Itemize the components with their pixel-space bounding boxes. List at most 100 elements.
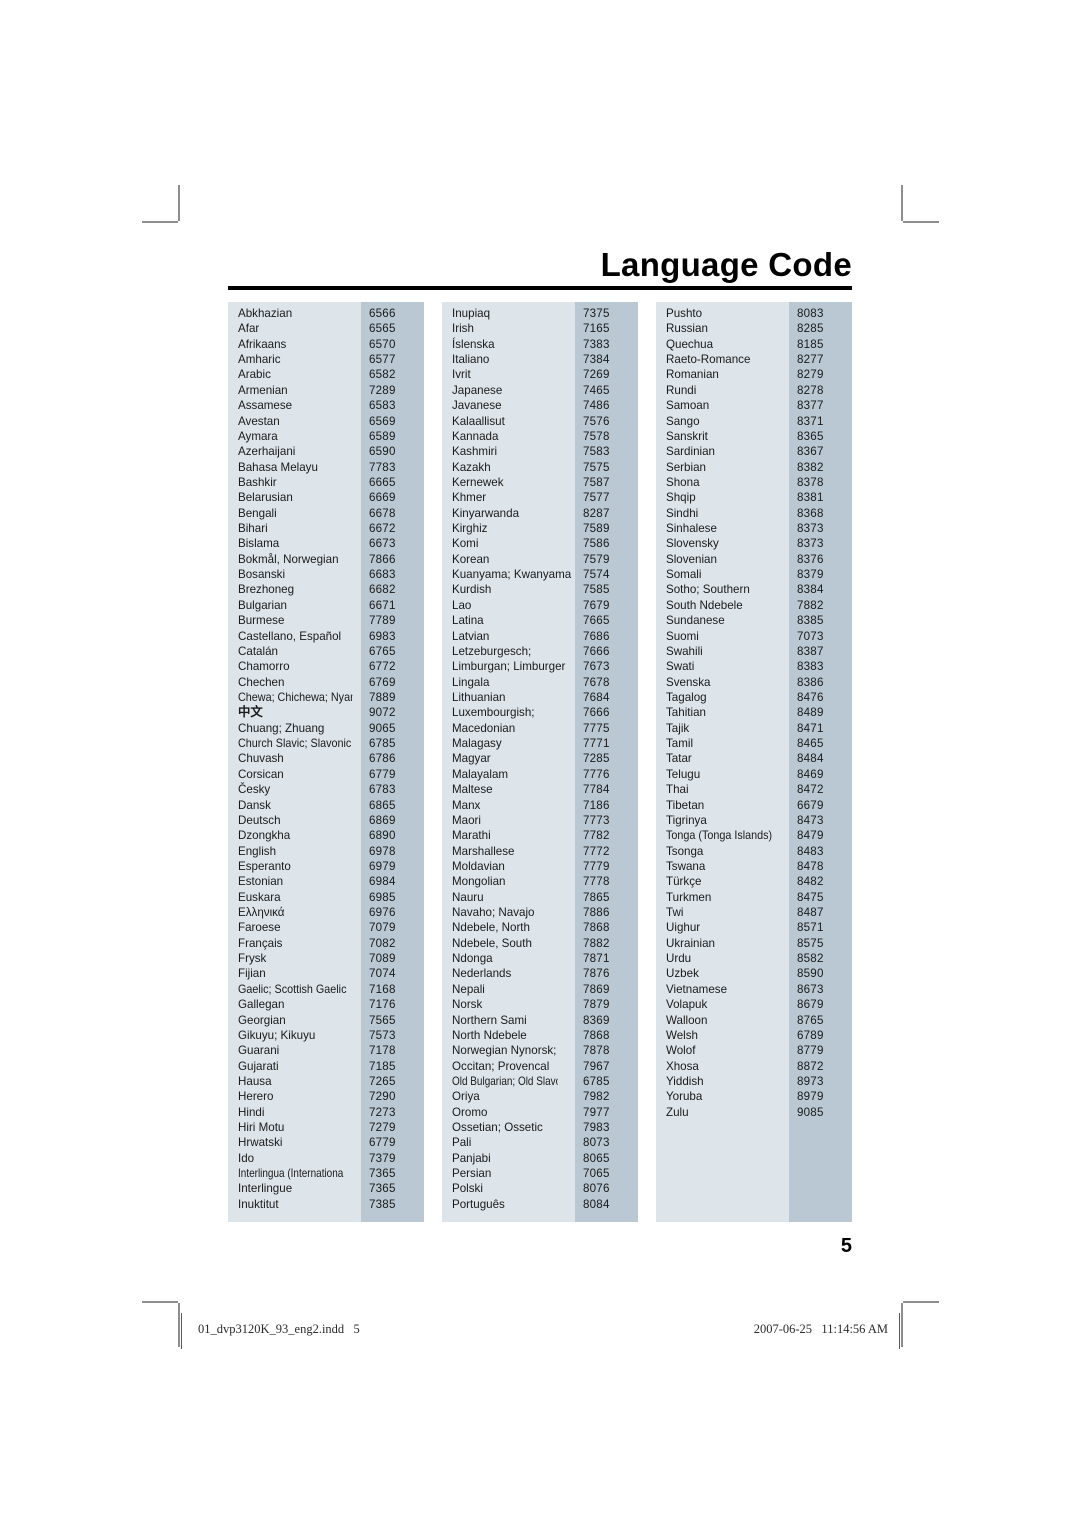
language-name: Thai xyxy=(666,783,689,797)
language-name: Tswana xyxy=(666,859,706,873)
language-code: 6985 xyxy=(369,890,396,904)
language-name: Amharic xyxy=(238,353,281,367)
language-code: 6590 xyxy=(369,445,396,459)
language-code: 7289 xyxy=(369,383,396,397)
crop-mark-bottom-right-horizontal xyxy=(903,1301,939,1303)
language-code: 8779 xyxy=(797,1044,824,1058)
language-name: South Ndebele xyxy=(666,598,743,612)
language-name: Pushto xyxy=(666,307,703,320)
language-name: Marathi xyxy=(452,829,491,843)
language-code: 6682 xyxy=(369,583,396,597)
language-name: Persian xyxy=(452,1167,492,1181)
language-code: 8478 xyxy=(797,859,824,873)
language-code: 6583 xyxy=(369,399,396,413)
language-code: 7079 xyxy=(369,921,396,935)
language-name: Chuvash xyxy=(238,752,284,766)
language-name: North Ndebele xyxy=(452,1028,527,1042)
language-name: Ossetian; Ossetic xyxy=(452,1121,543,1135)
language-name: Welsh xyxy=(666,1028,699,1042)
language-code: 7176 xyxy=(369,998,396,1012)
language-name: Tigrinya xyxy=(666,813,707,827)
language-code: 7269 xyxy=(583,368,610,382)
language-name: Belarusian xyxy=(238,491,293,505)
language-code: 8387 xyxy=(797,644,824,658)
language-name: Panjabi xyxy=(452,1151,491,1165)
language-name: Suomi xyxy=(666,629,699,643)
language-name: Brezhoneg xyxy=(238,583,295,597)
language-code: 6577 xyxy=(369,353,396,367)
language-code: 7585 xyxy=(583,583,610,597)
language-name-cells: Abkhazian Afar Afrikaans Amharic Arabic Armen… xyxy=(228,302,361,1222)
language-name: 中文 xyxy=(238,705,263,720)
language-name: Gujarati xyxy=(238,1059,279,1073)
language-code: 6772 xyxy=(369,660,396,674)
language-code: 6679 xyxy=(797,798,824,812)
language-name: Volapuk xyxy=(666,998,708,1012)
language-code: 7879 xyxy=(583,998,610,1012)
language-name: Gaelic; Scottish Gaelic xyxy=(238,982,347,996)
language-code: 8287 xyxy=(583,506,610,520)
language-code: 6976 xyxy=(369,906,396,920)
language-code: 6566 xyxy=(369,307,396,320)
crop-mark-bottom-right-vertical xyxy=(901,1303,903,1347)
language-name: Bosanski xyxy=(238,568,286,582)
language-code: 7673 xyxy=(583,660,610,674)
language-code: 8386 xyxy=(797,675,824,689)
language-name: Français xyxy=(238,936,283,950)
language-name: Aymara xyxy=(238,429,278,443)
page-title: Language Code xyxy=(600,246,852,283)
language-name: Swati xyxy=(666,660,695,674)
language-code: 8277 xyxy=(797,353,824,367)
language-code: 7577 xyxy=(583,491,610,505)
language-name: Occitan; Provencal xyxy=(452,1059,550,1073)
language-code: 7977 xyxy=(583,1105,610,1119)
language-code: 7265 xyxy=(369,1074,396,1088)
language-name-cells: Inupiaq Irish Íslenska Italiano Ivrit Japanes… xyxy=(442,302,575,1222)
language-name: Sardinian xyxy=(666,445,715,459)
language-name: Manx xyxy=(452,798,481,812)
language-code: 7889 xyxy=(369,690,396,704)
language-name: Türkçe xyxy=(666,875,702,889)
language-name: Interlingua (International) xyxy=(238,1167,344,1181)
language-code: 8973 xyxy=(797,1074,824,1088)
language-name: Herero xyxy=(238,1090,274,1104)
language-name: Ndonga xyxy=(452,952,493,966)
language-code: 7579 xyxy=(583,552,610,566)
language-name: Sindhi xyxy=(666,506,699,520)
language-code: 6569 xyxy=(369,414,396,428)
language-name: Somali xyxy=(666,568,702,582)
language-code: 8381 xyxy=(797,491,824,505)
language-code: 6565 xyxy=(369,322,396,336)
language-name: Bulgarian xyxy=(238,598,287,612)
language-name: Raeto-Romance xyxy=(666,353,751,367)
language-code: 7074 xyxy=(369,967,396,981)
language-name: Magyar xyxy=(452,752,491,766)
language-name: Svenska xyxy=(666,675,711,689)
language-code: 6789 xyxy=(797,1028,824,1042)
language-code: 7772 xyxy=(583,844,610,858)
language-code: 8384 xyxy=(797,583,824,597)
language-code: 7784 xyxy=(583,783,610,797)
language-name: Ivrit xyxy=(452,368,471,382)
footer-rule-left xyxy=(181,1313,182,1349)
language-code: 6672 xyxy=(369,522,396,536)
language-name: Norwegian Nynorsk; xyxy=(452,1044,557,1058)
language-code: 6678 xyxy=(369,506,396,520)
language-name: Tonga (Tonga Islands) xyxy=(666,829,773,843)
language-name: Tajik xyxy=(666,721,690,735)
language-code: 7771 xyxy=(583,737,610,751)
language-code: 8482 xyxy=(797,875,824,889)
footer-rule-right xyxy=(899,1313,900,1349)
language-code: 7684 xyxy=(583,690,610,704)
language-code: 7575 xyxy=(583,460,610,474)
language-name: Javanese xyxy=(452,399,502,413)
language-code: 8382 xyxy=(797,460,824,474)
crop-mark-top-right-horizontal xyxy=(903,221,939,223)
language-code: 8373 xyxy=(797,537,824,551)
language-name: Kirghiz xyxy=(452,522,488,536)
language-code-cells: 7375 7165 7383 7384 7269 7465 7486 7576 7578 7583… xyxy=(575,302,638,1222)
language-name: Tatar xyxy=(666,752,692,766)
language-code: 8073 xyxy=(583,1136,610,1150)
language-name: Fijian xyxy=(238,967,266,981)
language-code: 7778 xyxy=(583,875,610,889)
